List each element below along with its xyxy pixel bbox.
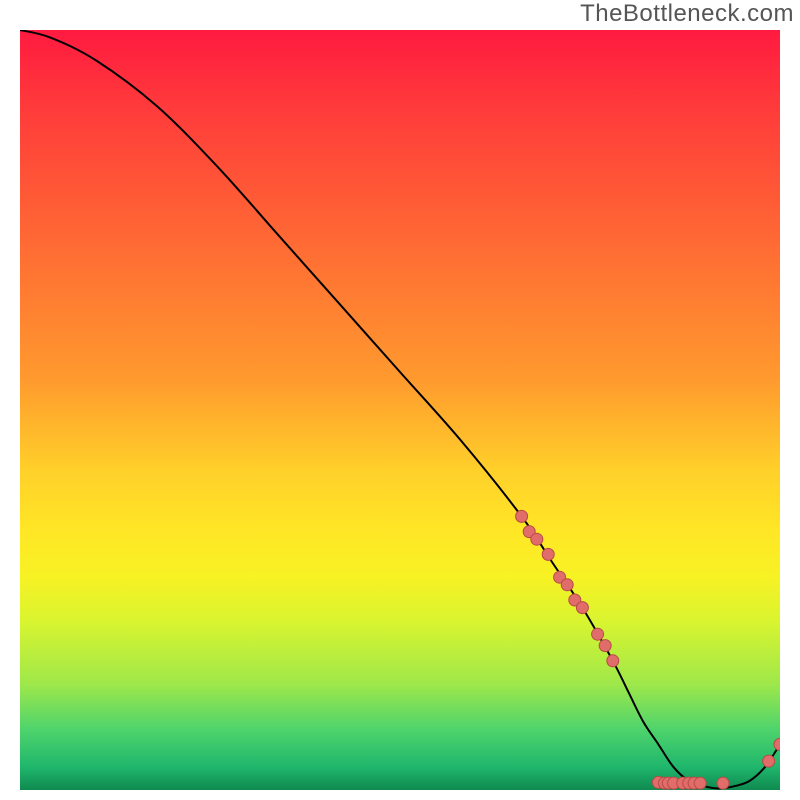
curve-marker [516,510,528,522]
curve-marker [576,602,588,614]
curve-marker [561,579,573,591]
curve-marker [694,777,706,789]
curve-layer [20,30,780,790]
curve-marker [531,533,543,545]
curve-marker [717,777,729,789]
curve-markers [516,510,780,789]
watermark-text: TheBottleneck.com [580,0,794,28]
curve-marker [542,548,554,560]
curve-marker [763,755,775,767]
chart-container: TheBottleneck.com [0,0,800,800]
bottleneck-curve [20,30,780,788]
curve-marker [599,640,611,652]
curve-marker [774,738,780,750]
curve-marker [607,655,619,667]
curve-marker [592,628,604,640]
plot-area [20,30,780,790]
